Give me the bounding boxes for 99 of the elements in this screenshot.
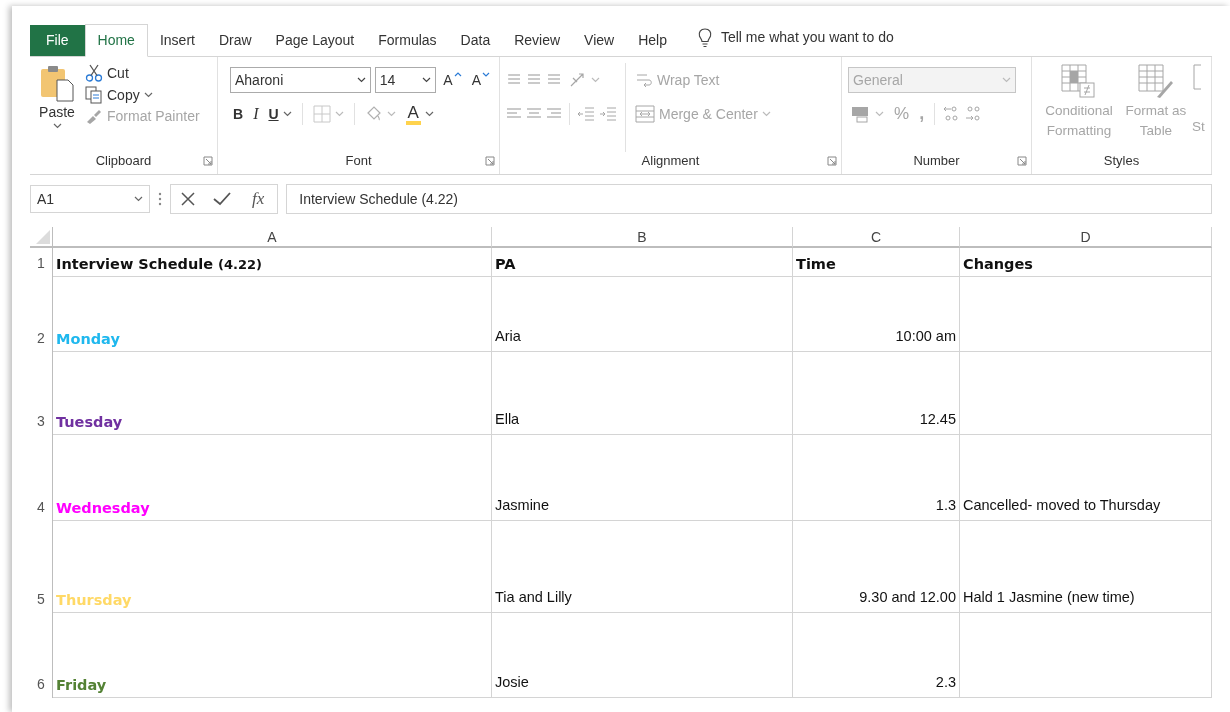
caret-icon (424, 111, 434, 117)
column-header[interactable]: D (960, 227, 1212, 248)
scissors-icon (85, 64, 103, 82)
copy-button[interactable]: Copy (82, 85, 203, 105)
increase-font-size-button[interactable]: A (440, 70, 465, 90)
formula-field[interactable]: Interview Schedule (4.22) (286, 184, 1212, 214)
grid-icon (312, 105, 331, 123)
table-cell: Time (796, 257, 836, 273)
table-cell-text: Josie (495, 673, 529, 693)
table-cell-text: Hald 1 Jasmine (new time) (963, 588, 1135, 608)
table-cell-text: Cancelled- moved to Thursday (963, 496, 1161, 516)
ribbon-tab[interactable]: File (30, 24, 85, 56)
font-color-button[interactable]: A (402, 102, 437, 126)
caret-icon (875, 111, 884, 117)
table-cell: Friday (56, 678, 107, 694)
table-cell-text: Ella (495, 410, 520, 430)
table-brush-icon (1137, 63, 1175, 99)
group-label: Font (345, 152, 372, 170)
caret-icon (386, 111, 396, 117)
ribbon-tab[interactable]: View (572, 26, 627, 56)
table-cell: Thursday (56, 593, 132, 609)
row-header[interactable]: 6 (30, 613, 53, 698)
dialog-launcher-icon[interactable] (827, 156, 837, 166)
ribbon-tab[interactable]: Formulas (366, 26, 449, 56)
increase-indent-icon[interactable] (599, 106, 617, 122)
table-cell: PA (495, 257, 516, 273)
font-size-dropdown[interactable]: 14 (374, 67, 437, 93)
group-label: Alignment (641, 152, 700, 170)
ribbon-tab[interactable]: Data (448, 26, 503, 56)
column-header[interactable]: C (793, 227, 960, 248)
group-label: Number (913, 152, 960, 170)
caret-icon (356, 77, 366, 83)
checkmark-icon[interactable] (213, 192, 231, 206)
caret-icon (334, 111, 344, 117)
table-cell: Wednesday (56, 501, 150, 517)
table-cell: Changes (963, 257, 1033, 273)
name-box[interactable]: A1 (30, 185, 150, 213)
table-cell-text: 2.3 (935, 673, 956, 693)
copy-icon (85, 86, 103, 104)
caret-icon (282, 111, 292, 117)
paste-button[interactable]: Paste (36, 63, 78, 130)
row-header[interactable]: 2 (30, 277, 53, 352)
ribbon-tab[interactable]: Help (626, 26, 679, 56)
decrease-indent-icon[interactable] (577, 106, 595, 122)
insert-function-button[interactable]: fx (249, 187, 268, 211)
dialog-launcher-icon[interactable] (203, 156, 213, 166)
caret-icon (143, 92, 153, 98)
caret-icon (452, 71, 462, 78)
table-cell: Tuesday (56, 415, 123, 431)
ribbon-tab[interactable]: Review (502, 26, 573, 56)
wrap-text-icon (635, 71, 653, 89)
select-all-icon[interactable] (36, 230, 50, 244)
table-cell-text: 10:00 am (895, 327, 956, 347)
ribbon-tab[interactable]: Insert (147, 26, 207, 56)
caret-icon (481, 71, 490, 78)
paintbrush-icon (85, 108, 103, 125)
caret-icon (1002, 77, 1011, 83)
group-label: Styles (1103, 152, 1140, 170)
caret-icon (422, 77, 432, 83)
table-cell-text: Tia and Lilly (495, 588, 572, 608)
caret-icon (52, 122, 62, 129)
caret-icon (591, 77, 600, 83)
cancel-icon[interactable] (181, 192, 195, 206)
italic-button[interactable]: I (250, 103, 262, 125)
column-header[interactable]: A (53, 227, 492, 248)
banknote-icon (851, 105, 871, 123)
ribbon-tab[interactable]: Draw (206, 26, 264, 56)
caret-icon (761, 111, 771, 117)
table-cell-text: Jasmine (495, 496, 549, 516)
conditional-formatting-icon (1060, 63, 1098, 99)
merge-cells-icon (635, 105, 655, 123)
increase-decimal-icon[interactable] (942, 105, 961, 123)
lightbulb-icon[interactable] (696, 27, 713, 48)
column-header[interactable]: B (492, 227, 793, 248)
bold-button[interactable]: B (230, 104, 247, 124)
row-header[interactable]: 5 (30, 521, 53, 613)
group-label: Clipboard (95, 152, 152, 170)
row-header[interactable]: 4 (30, 435, 53, 521)
caret-icon (134, 196, 143, 202)
row-header[interactable]: 3 (30, 352, 53, 435)
more-options-icon[interactable] (158, 192, 162, 206)
dialog-launcher-icon[interactable] (485, 156, 495, 166)
font-name-dropdown[interactable]: Aharoni (230, 67, 371, 93)
table-cell-text: 9.30 and 12.00 (859, 588, 956, 608)
decrease-font-size-button[interactable]: A (468, 70, 493, 90)
table-cell-text: 1.3 (935, 496, 956, 516)
cut-button[interactable]: Cut (82, 63, 203, 83)
clipboard-icon (39, 64, 75, 102)
table-cell-text: 12.45 (919, 410, 956, 430)
table-cell: Monday (56, 332, 120, 348)
table-cell-text: Aria (495, 327, 521, 347)
slanted-text-icon (569, 72, 587, 88)
ribbon-tab[interactable]: Page Layout (263, 26, 367, 56)
underline-button[interactable]: U (265, 104, 295, 124)
dialog-launcher-icon[interactable] (1017, 156, 1027, 166)
decrease-decimal-icon[interactable] (964, 105, 983, 123)
row-header[interactable]: 1 (30, 248, 53, 277)
ribbon-tab[interactable]: Home (84, 23, 148, 57)
table-cell: Interview Schedule (4.22) (56, 257, 263, 273)
